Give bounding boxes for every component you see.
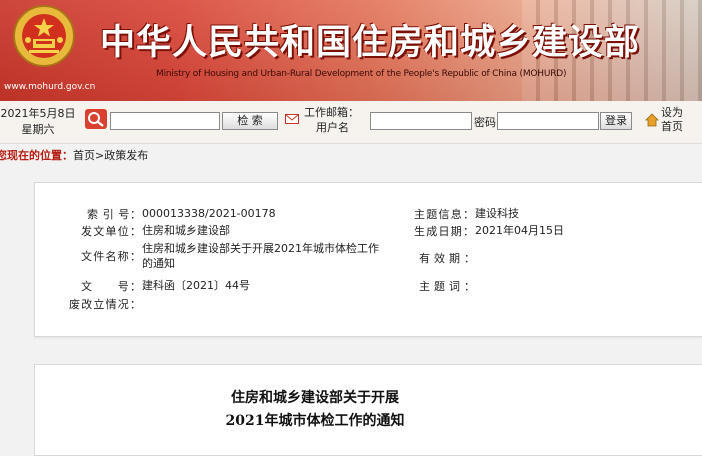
mail-icon xyxy=(285,114,299,124)
password-input[interactable] xyxy=(497,112,599,130)
validity-label: 有 效 期 ： xyxy=(419,252,475,265)
national-emblem-icon[interactable] xyxy=(12,4,76,68)
topic-value: 建设科技 xyxy=(475,207,519,220)
date-display: 2021年5月8日 星期六 xyxy=(0,106,80,138)
docno-label: 文 号： xyxy=(81,280,141,293)
set-homepage-line2[interactable]: 首页 xyxy=(661,120,683,134)
breadcrumb-separator: > xyxy=(95,149,105,162)
search-input[interactable] xyxy=(110,112,220,130)
article-title: 住房和城乡建设部关于开展 2021年城市体检工作的通知 xyxy=(35,387,595,433)
weekday-text: 星期六 xyxy=(21,123,55,136)
breadcrumb: 您现在的位置：首页>政策发布 xyxy=(0,147,148,165)
article-card: 住房和城乡建设部关于开展 2021年城市体检工作的通知 xyxy=(34,364,702,456)
home-icon xyxy=(645,113,659,127)
issuer-value: 住房和城乡建设部 xyxy=(142,224,230,237)
search-button[interactable]: 检 索 xyxy=(222,112,278,130)
docname-label: 文件名称： xyxy=(81,250,141,263)
status-label: 废改立情况： xyxy=(69,298,141,311)
site-banner: www.mohurd.gov.cn 中华人民共和国住房和城乡建设部 Minist… xyxy=(0,0,702,101)
breadcrumb-home-link[interactable]: 首页 xyxy=(73,149,95,162)
date-text: 2021年5月8日 xyxy=(0,107,76,120)
username-input[interactable] xyxy=(370,112,472,130)
search-icon[interactable] xyxy=(85,109,107,129)
password-label: 密码 xyxy=(474,116,496,129)
date-label: 生成日期： xyxy=(414,225,474,238)
breadcrumb-here-label: 您现在的位置： xyxy=(0,149,73,162)
toolbar: 2021年5月8日 星期六 检 索 工作邮箱： 用户名 密码 登录 设为 首页 xyxy=(0,101,702,144)
document-info-card: 索 引 号： 000013338/2021-00178 发文单位： 住房和城乡建… xyxy=(34,182,702,337)
topic-label: 主题信息： xyxy=(414,208,474,221)
login-button[interactable]: 登录 xyxy=(600,112,632,130)
set-homepage-link[interactable]: 设为 首页 xyxy=(661,106,683,134)
site-title: 中华人民共和国住房和城乡建设部 xyxy=(100,22,641,63)
article-title-line1: 住房和城乡建设部关于开展 xyxy=(231,390,399,406)
docname-value: 住房和城乡建设部关于开展2021年城市体检工作的通知 xyxy=(142,242,379,270)
article-title-line2: 2021年城市体检工作的通知 xyxy=(225,413,405,429)
site-subtitle: Ministry of Housing and Urban-Rural Deve… xyxy=(156,69,567,79)
keywords-label: 主 题 词 ： xyxy=(419,280,475,293)
index-label: 索 引 号： xyxy=(87,208,141,221)
site-url[interactable]: www.mohurd.gov.cn xyxy=(4,82,95,92)
set-homepage-line1[interactable]: 设为 xyxy=(661,106,683,120)
docno-value: 建科函〔2021〕44号 xyxy=(142,279,250,292)
date-value: 2021年04月15日 xyxy=(475,224,564,237)
breadcrumb-current[interactable]: 政策发布 xyxy=(104,149,148,162)
issuer-label: 发文单位： xyxy=(81,225,141,238)
index-value: 000013338/2021-00178 xyxy=(142,207,276,220)
username-label: 用户名 xyxy=(316,121,349,134)
mail-label: 工作邮箱： xyxy=(304,106,359,119)
